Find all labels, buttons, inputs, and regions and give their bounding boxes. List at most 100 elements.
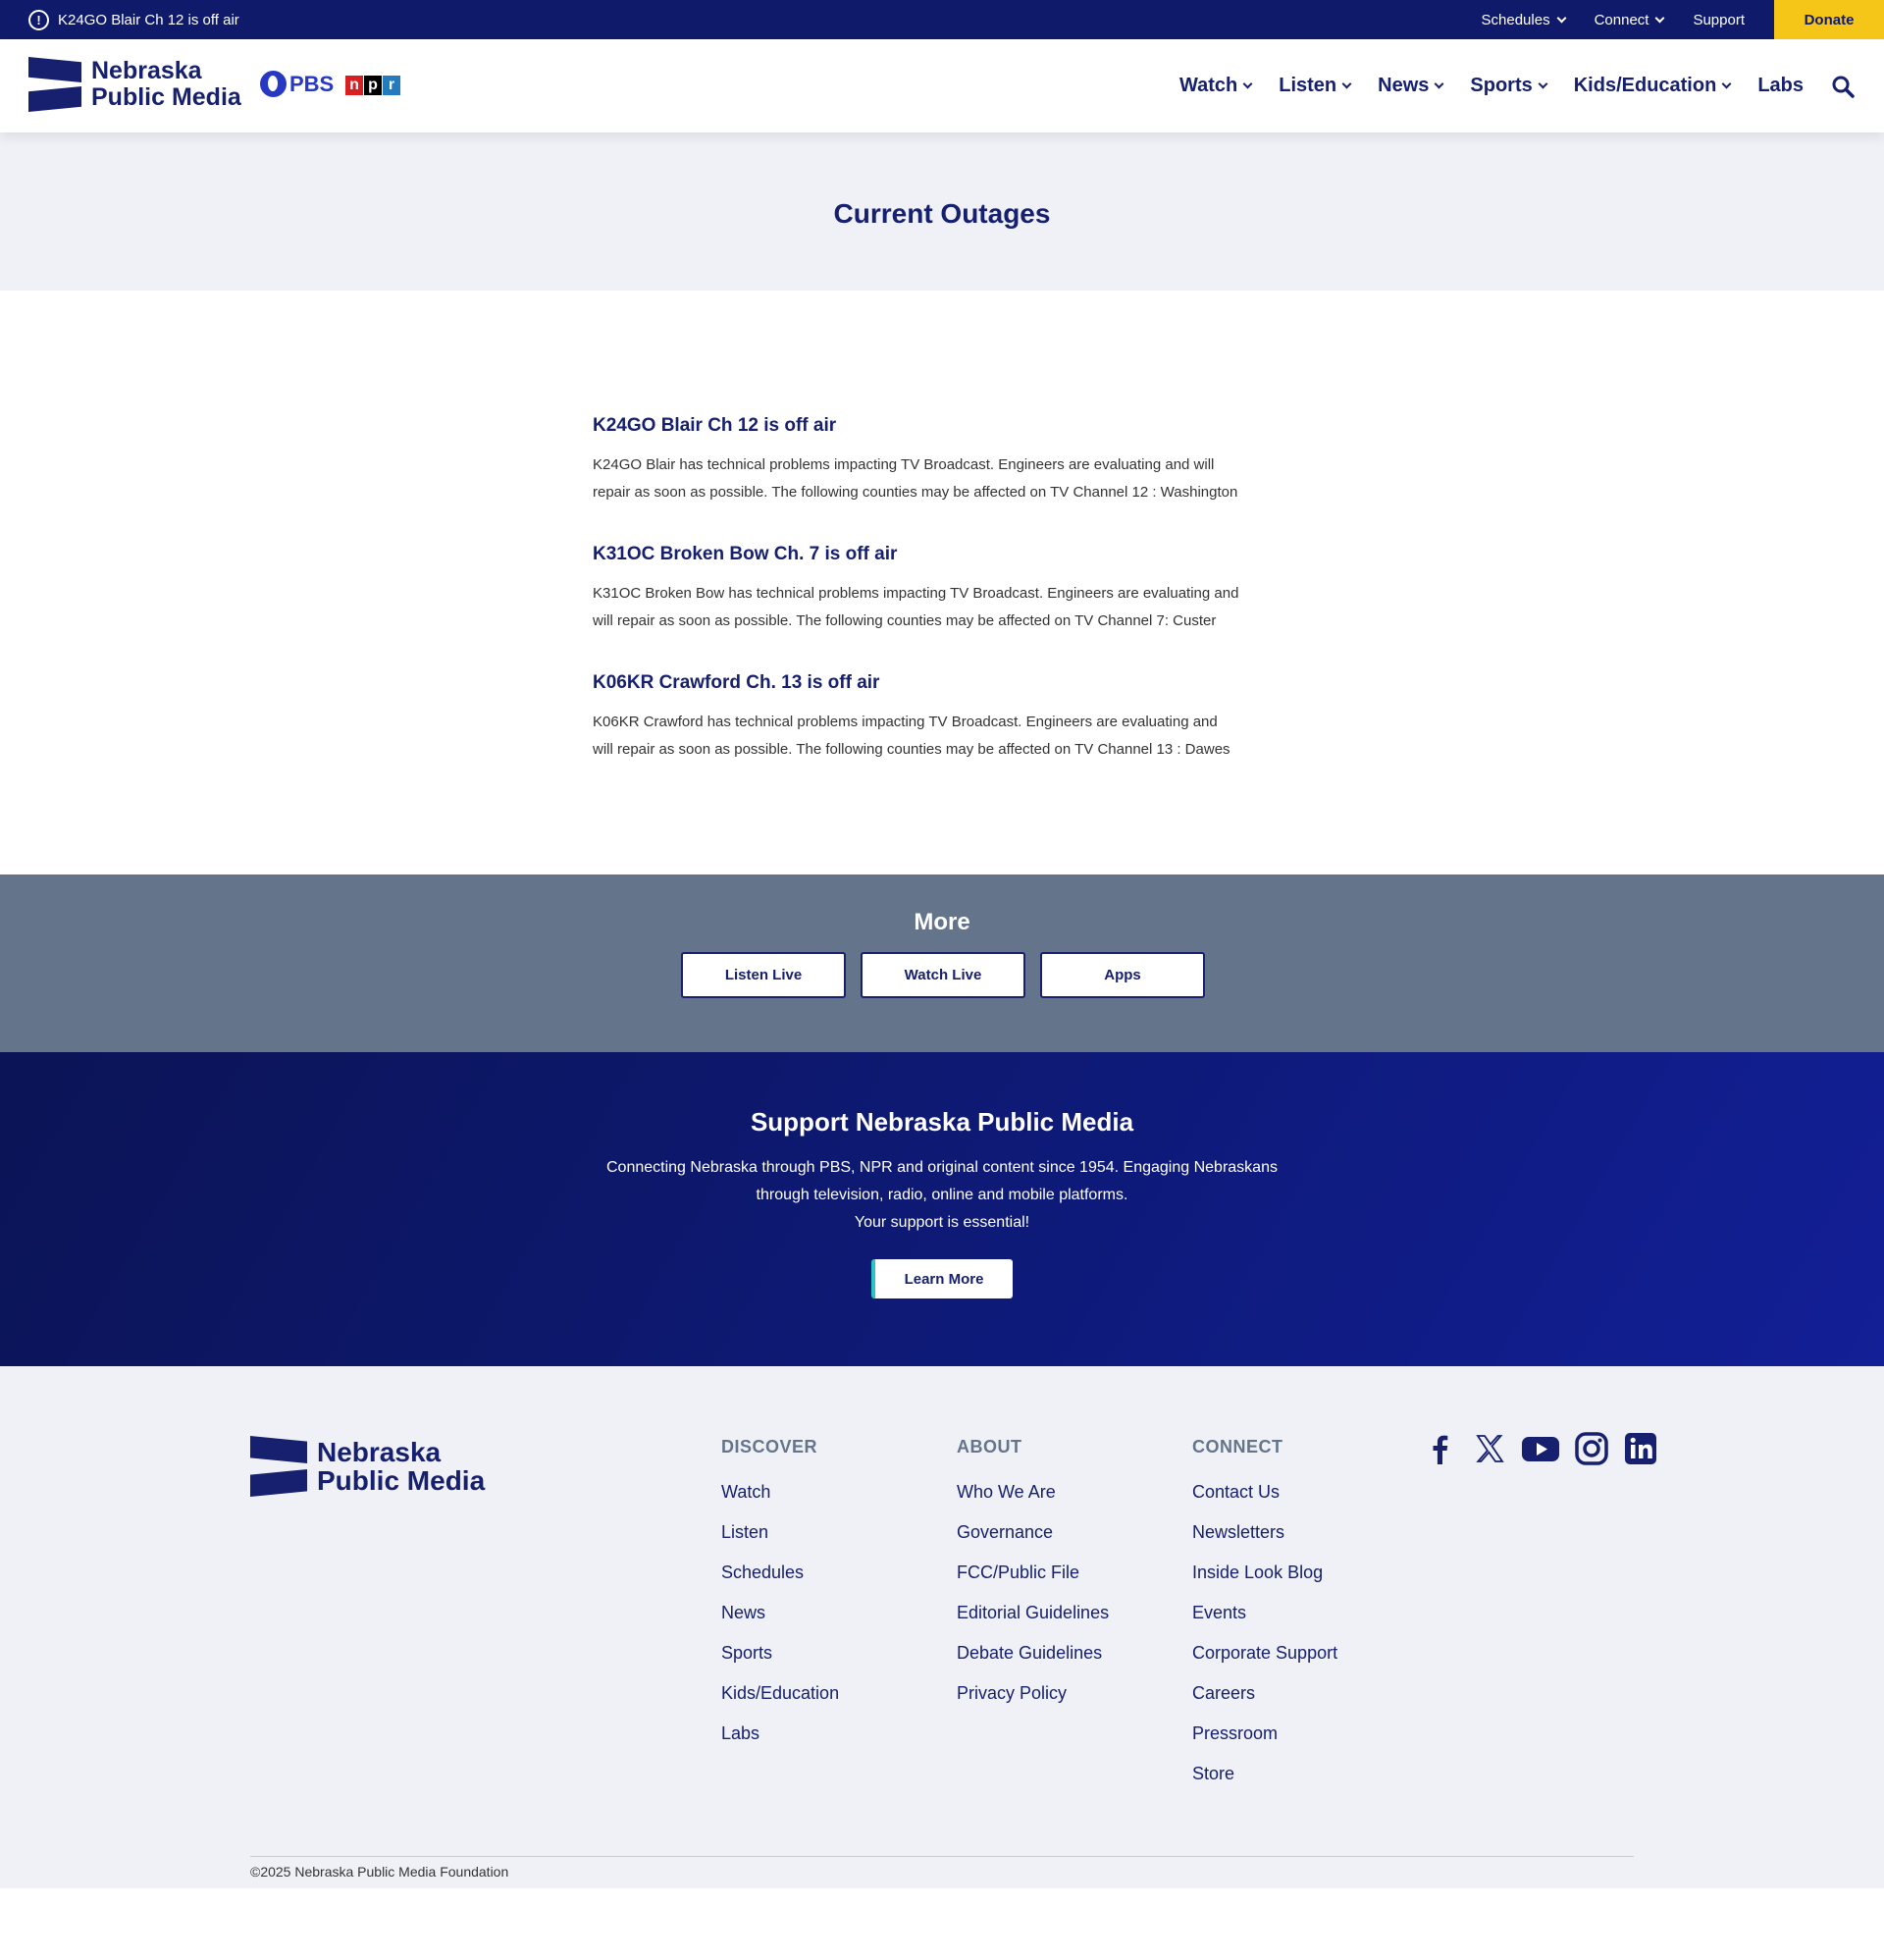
nav-watch[interactable]: Watch	[1179, 75, 1253, 97]
logo-wordmark: Nebraska Public Media	[91, 58, 241, 111]
youtube-icon[interactable]	[1521, 1431, 1560, 1466]
nav-kids-education[interactable]: Kids/Education	[1574, 75, 1732, 97]
footer-link-inside-look-blog[interactable]: Inside Look Blog	[1192, 1553, 1337, 1593]
outage-title-link[interactable]: K31OC Broken Bow Ch. 7 is off air	[593, 544, 1299, 565]
footer-link-pressroom[interactable]: Pressroom	[1192, 1714, 1337, 1754]
outage-description-line: K31OC Broken Bow has technical problems …	[593, 585, 1239, 602]
outage-title-link[interactable]: K06KR Crawford Ch. 13 is off air	[593, 672, 1299, 694]
support-section: Support Nebraska Public Media Connecting…	[0, 1052, 1884, 1366]
footer-link-editorial-guidelines[interactable]: Editorial Guidelines	[957, 1593, 1109, 1633]
footer-link-listen[interactable]: Listen	[721, 1512, 839, 1553]
support-text: Connecting Nebraska through PBS, NPR and…	[599, 1154, 1285, 1237]
nav-news-label: News	[1378, 75, 1430, 96]
search-icon[interactable]	[1831, 75, 1855, 98]
outage-description-line: K06KR Crawford has technical problems im…	[593, 714, 1218, 730]
outage-description-line: will repair as soon as possible. The fol…	[593, 741, 1230, 758]
donate-button[interactable]: Donate	[1774, 0, 1884, 39]
outage-description-line: repair as soon as possible. The followin…	[593, 484, 1238, 501]
footer-link-newsletters[interactable]: Newsletters	[1192, 1512, 1337, 1553]
outage-description-line: will repair as soon as possible. The fol…	[593, 612, 1217, 629]
footer-link-corporate-support[interactable]: Corporate Support	[1192, 1633, 1337, 1673]
main-nav: Watch Listen News Sports Kids/Education …	[1179, 39, 1804, 132]
outage-alert-link[interactable]: ! K24GO Blair Ch 12 is off air	[28, 0, 239, 39]
footer-link-sports[interactable]: Sports	[721, 1633, 839, 1673]
footer-link-governance[interactable]: Governance	[957, 1512, 1109, 1553]
logo-line-2: Public Media	[91, 83, 241, 111]
npr-letter-p: p	[364, 76, 382, 95]
nav-sports-label: Sports	[1470, 75, 1533, 96]
footer-logo[interactable]: Nebraska Public Media	[250, 1436, 485, 1497]
chevron-down-icon	[1242, 79, 1253, 89]
footer-link-schedules[interactable]: Schedules	[721, 1553, 839, 1593]
support-text-line: through television, radio, online and mo…	[756, 1187, 1128, 1203]
footer-link-who-we-are[interactable]: Who We Are	[957, 1472, 1109, 1512]
footer-logo-line-1: Nebraska	[317, 1437, 442, 1467]
outage-description: K31OC Broken Bow has technical problems …	[593, 580, 1299, 635]
footer-link-debate-guidelines[interactable]: Debate Guidelines	[957, 1633, 1109, 1673]
nav-listen[interactable]: Listen	[1279, 75, 1352, 97]
footer-link-news[interactable]: News	[721, 1593, 839, 1633]
site-footer: Nebraska Public Media DISCOVER Watch Lis…	[0, 1366, 1884, 1888]
footer-link-labs[interactable]: Labs	[721, 1714, 839, 1754]
utility-support[interactable]: Support	[1693, 12, 1745, 28]
outage-item: K31OC Broken Bow Ch. 7 is off air K31OC …	[593, 544, 1299, 635]
outage-list: K24GO Blair Ch 12 is off air K24GO Blair…	[593, 415, 1299, 801]
utility-schedules[interactable]: Schedules	[1482, 12, 1567, 28]
support-text-line: Your support is essential!	[854, 1214, 1030, 1231]
more-buttons: Listen Live Watch Live Apps	[681, 952, 1205, 998]
pbs-head-icon	[260, 71, 287, 97]
linkedin-icon[interactable]	[1623, 1431, 1658, 1466]
footer-column-discover: DISCOVER Watch Listen Schedules News Spo…	[721, 1437, 839, 1754]
footer-link-fcc-public-file[interactable]: FCC/Public File	[957, 1553, 1109, 1593]
footer-link-events[interactable]: Events	[1192, 1593, 1337, 1633]
footer-link-contact-us[interactable]: Contact Us	[1192, 1472, 1337, 1512]
nav-news[interactable]: News	[1378, 75, 1444, 97]
social-links	[1423, 1431, 1658, 1466]
npr-letter-r: r	[383, 76, 400, 95]
exclamation-circle-icon: !	[28, 9, 49, 30]
footer-link-privacy-policy[interactable]: Privacy Policy	[957, 1673, 1109, 1714]
nav-labs[interactable]: Labs	[1757, 75, 1804, 97]
footer-divider	[250, 1856, 1634, 1857]
learn-more-button[interactable]: Learn More	[871, 1259, 1013, 1298]
npr-letter-n: n	[345, 76, 363, 95]
footer-logo-line-2: Public Media	[317, 1465, 486, 1496]
more-section: More Listen Live Watch Live Apps	[0, 874, 1884, 1052]
apps-button[interactable]: Apps	[1040, 952, 1205, 998]
footer-link-watch[interactable]: Watch	[721, 1472, 839, 1512]
utility-connect-label: Connect	[1594, 11, 1649, 28]
footer-heading: CONNECT	[1192, 1437, 1283, 1457]
instagram-icon[interactable]	[1574, 1431, 1609, 1466]
footer-column-about: ABOUT Who We Are Governance FCC/Public F…	[957, 1437, 1109, 1714]
nav-sports[interactable]: Sports	[1470, 75, 1548, 97]
footer-column-connect: CONNECT Contact Us Newsletters Inside Lo…	[1192, 1437, 1337, 1794]
alert-bar: ! K24GO Blair Ch 12 is off air Schedules…	[0, 0, 1884, 39]
footer-logo-wordmark: Nebraska Public Media	[317, 1438, 485, 1495]
listen-live-button[interactable]: Listen Live	[681, 952, 846, 998]
footer-link-careers[interactable]: Careers	[1192, 1673, 1337, 1714]
alert-text: K24GO Blair Ch 12 is off air	[58, 11, 239, 28]
copyright: ©2025 Nebraska Public Media Foundation	[250, 1864, 509, 1880]
footer-link-store[interactable]: Store	[1192, 1754, 1337, 1794]
x-twitter-icon[interactable]	[1472, 1431, 1507, 1466]
watch-live-button[interactable]: Watch Live	[861, 952, 1025, 998]
utility-support-label: Support	[1693, 11, 1745, 28]
pbs-logo[interactable]: PBS	[260, 71, 334, 97]
chevron-down-icon	[1655, 13, 1665, 23]
utility-nav: Schedules Connect Support	[1482, 0, 1774, 39]
nebraska-public-media-logo[interactable]: Nebraska Public Media	[28, 57, 241, 112]
nav-labs-label: Labs	[1757, 75, 1804, 96]
facebook-icon[interactable]	[1423, 1431, 1458, 1466]
nav-listen-label: Listen	[1279, 75, 1337, 96]
outage-description-line: K24GO Blair has technical problems impac…	[593, 456, 1215, 473]
footer-heading: ABOUT	[957, 1437, 1022, 1457]
utility-connect[interactable]: Connect	[1594, 11, 1665, 28]
outage-item: K06KR Crawford Ch. 13 is off air K06KR C…	[593, 672, 1299, 764]
pbs-label: PBS	[289, 71, 335, 96]
page-hero: Current Outages	[0, 132, 1884, 291]
footer-link-kids-education[interactable]: Kids/Education	[721, 1673, 839, 1714]
npr-logo[interactable]: n p r	[345, 76, 401, 95]
outage-title-link[interactable]: K24GO Blair Ch 12 is off air	[593, 415, 1299, 437]
support-title: Support Nebraska Public Media	[750, 1107, 1134, 1137]
logo-line-1: Nebraska	[91, 57, 202, 84]
